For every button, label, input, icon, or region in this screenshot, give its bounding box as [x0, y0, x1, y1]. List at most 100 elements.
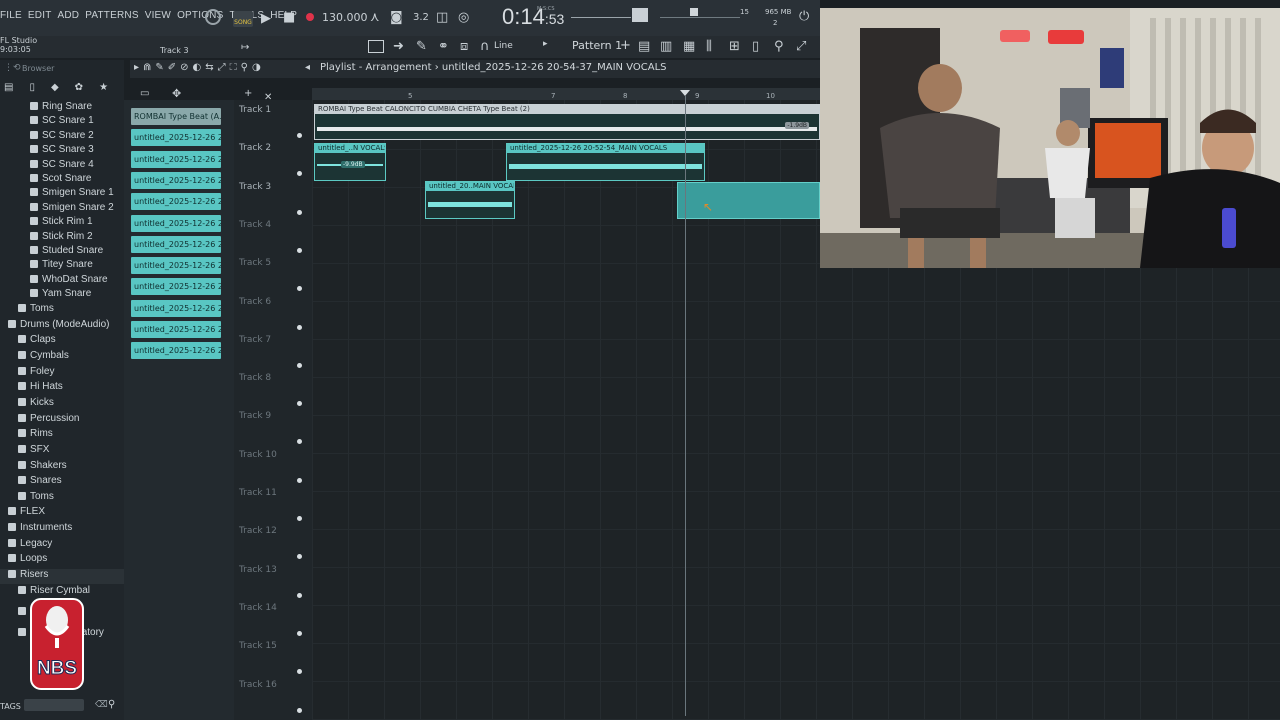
tags-clear-icon[interactable]: ⌫	[95, 700, 108, 710]
browser-folder[interactable]: Loops	[8, 553, 132, 568]
tags-search-input[interactable]	[24, 699, 84, 711]
browser-folder[interactable]: Instruments	[8, 522, 132, 537]
loop-record-icon[interactable]: ◎	[458, 10, 469, 25]
volume-slider[interactable]	[660, 17, 740, 18]
track-label[interactable]: Track 10	[239, 450, 277, 460]
track-label[interactable]: Track 7	[239, 335, 271, 345]
track-mute-toggle[interactable]	[297, 247, 302, 253]
clip-source-item[interactable]: untitled_2025-12-26 20-...	[131, 129, 221, 147]
pattern-selector[interactable]: Pattern 1	[572, 39, 622, 52]
clip-source-item[interactable]: untitled_2025-12-26 20-...	[131, 171, 221, 189]
clip-source-item[interactable]: untitled_2025-12-26 20-...	[131, 150, 221, 168]
add-track-icon[interactable]: +	[244, 88, 252, 99]
magnet-icon[interactable]: ∩	[480, 39, 490, 54]
browser-plugins-tab-icon[interactable]: ◆	[51, 82, 59, 98]
track-label[interactable]: Track 1	[239, 105, 271, 115]
track-mute-toggle[interactable]	[297, 209, 302, 215]
song-mode-toggle[interactable]: SONG	[233, 11, 253, 27]
stop-icon[interactable]: ■	[283, 10, 295, 25]
wait-input-icon[interactable]: ◙	[390, 10, 403, 25]
browser-folder[interactable]: Risers	[0, 569, 124, 585]
clip-panel-move-icon[interactable]: ✥	[172, 87, 181, 100]
browser-folder[interactable]: FLEX	[8, 506, 132, 521]
track-mute-toggle[interactable]	[297, 516, 302, 521]
touch-controller-icon[interactable]: ⤢	[796, 39, 806, 54]
clip-source-item[interactable]: untitled_2025-12-26 20-...	[131, 321, 221, 338]
piano-roll-icon[interactable]: ▦	[683, 39, 695, 54]
snap-icon[interactable]: ↦	[241, 42, 249, 53]
menu-add[interactable]: ADD	[58, 10, 80, 26]
piano-icon[interactable]	[368, 40, 384, 53]
browser-all-tab-icon[interactable]: ▤	[4, 82, 13, 98]
plugin-picker-icon[interactable]: ⚲	[774, 39, 784, 54]
clip-source-item[interactable]: untitled_2025-12-26 20-...	[131, 278, 221, 296]
record-icon[interactable]	[306, 13, 314, 21]
play-icon[interactable]: ▶	[261, 11, 271, 26]
menu-patterns[interactable]: PATTERNS	[85, 10, 138, 26]
metronome-icon[interactable]: ⋏	[370, 10, 380, 25]
vocal-clip-c[interactable]: untitled_20..MAIN VOCALS	[425, 181, 515, 219]
track-mute-toggle[interactable]	[297, 324, 302, 330]
browser-folder[interactable]: Drums (ModeAudio)	[8, 319, 132, 334]
power-icon[interactable]: ⏻	[799, 9, 809, 24]
track-label[interactable]: Track 8	[239, 373, 271, 383]
master-pitch-slider[interactable]	[571, 17, 631, 18]
clip-source-item[interactable]: untitled_2025-12-26 20-...	[131, 299, 221, 317]
track-label[interactable]: Track 13	[239, 565, 277, 575]
selection-region[interactable]	[677, 182, 820, 219]
browser-starred-tab-icon[interactable]: ★	[99, 82, 108, 98]
track-label[interactable]: Track 5	[239, 258, 271, 268]
tempo-display[interactable]: 130.000	[322, 11, 368, 24]
browser-icon[interactable]: ⊞	[729, 39, 740, 54]
track-mute-toggle[interactable]	[297, 362, 302, 368]
track-mute-toggle[interactable]	[297, 592, 302, 598]
track-mute-toggle[interactable]	[297, 630, 302, 636]
track-label[interactable]: Track 15	[239, 641, 277, 651]
blend-notes-icon[interactable]: ◫	[436, 10, 448, 25]
clip-panel-menu-icon[interactable]: ▭	[140, 88, 149, 99]
vocal-clip-a[interactable]: untitled_..N VOCALS -9.9dB	[314, 143, 386, 181]
track-label[interactable]: Track 2	[239, 143, 271, 153]
track-label[interactable]: Track 12	[239, 526, 277, 536]
browser-packs-tab-icon[interactable]: ✿	[75, 82, 83, 98]
track-label[interactable]: Track 11	[239, 488, 277, 498]
mixer-icon[interactable]: ⫼	[706, 39, 712, 54]
browser-menu-icon[interactable]: ⋮⟲	[4, 63, 21, 73]
volume-handle[interactable]	[690, 8, 698, 16]
clip-source-item[interactable]: untitled_2025-12-26 20-...	[131, 257, 221, 275]
track-label[interactable]: Track 6	[239, 297, 271, 307]
menu-view[interactable]: VIEW	[145, 10, 171, 26]
track-label[interactable]: Track 16	[239, 680, 277, 690]
track-label[interactable]: Track 4	[239, 220, 271, 230]
track-label[interactable]: Track 14	[239, 603, 277, 613]
browser-folder[interactable]: Legacy	[8, 538, 132, 553]
vocal-clip-b[interactable]: untitled_2025-12-26 20-52-54_MAIN VOCALS	[506, 143, 705, 181]
clip-source-item[interactable]: untitled_2025-12-26 20-...	[131, 342, 221, 360]
playlist-icon[interactable]: ▤	[638, 39, 650, 54]
stamp-icon[interactable]: ⧈	[460, 39, 468, 54]
clip-source-item[interactable]: ROMBAI Type Beat (A...	[131, 108, 221, 125]
channel-rack-icon[interactable]: ▥	[660, 39, 672, 54]
track-mute-toggle[interactable]	[297, 477, 302, 483]
master-volume-knob[interactable]	[205, 9, 221, 25]
add-pattern-icon[interactable]: +	[620, 38, 631, 53]
beat-clip[interactable]: ROMBAI Type Beat CALONCITO CUMBIA CHETA …	[314, 104, 820, 140]
song-time-display[interactable]: 0:14:53	[502, 4, 564, 30]
playlist-arrow-icon[interactable]: ◂	[305, 62, 310, 73]
playlist-tools-icon[interactable]: ▸⋒✎✐⊘◐⇆⤢⛶⚲◑	[134, 62, 265, 73]
menu-file[interactable]: FILE	[0, 10, 22, 26]
snap-mode-label[interactable]: Line	[494, 41, 513, 51]
clip-source-item[interactable]: untitled_2025-12-26 20-...	[131, 235, 221, 253]
track-mute-toggle[interactable]	[297, 707, 302, 713]
search-icon[interactable]: ⚲	[108, 699, 115, 710]
pattern-prev-icon[interactable]: ▸	[543, 39, 548, 49]
track-label[interactable]: Track 3	[239, 182, 271, 192]
browser-files-tab-icon[interactable]: ▯	[29, 82, 35, 98]
track-mute-toggle[interactable]	[297, 133, 302, 138]
link-icon[interactable]: ⚭	[438, 39, 449, 54]
clip-source-item[interactable]: untitled_2025-12-26 20-...	[131, 214, 221, 232]
clip-source-item[interactable]: untitled_2025-12-26 20-...	[131, 193, 221, 211]
menu-edit[interactable]: EDIT	[28, 10, 52, 26]
arrow-right-icon[interactable]: ➜	[393, 39, 404, 54]
pencil-icon[interactable]: ✎	[416, 39, 427, 54]
